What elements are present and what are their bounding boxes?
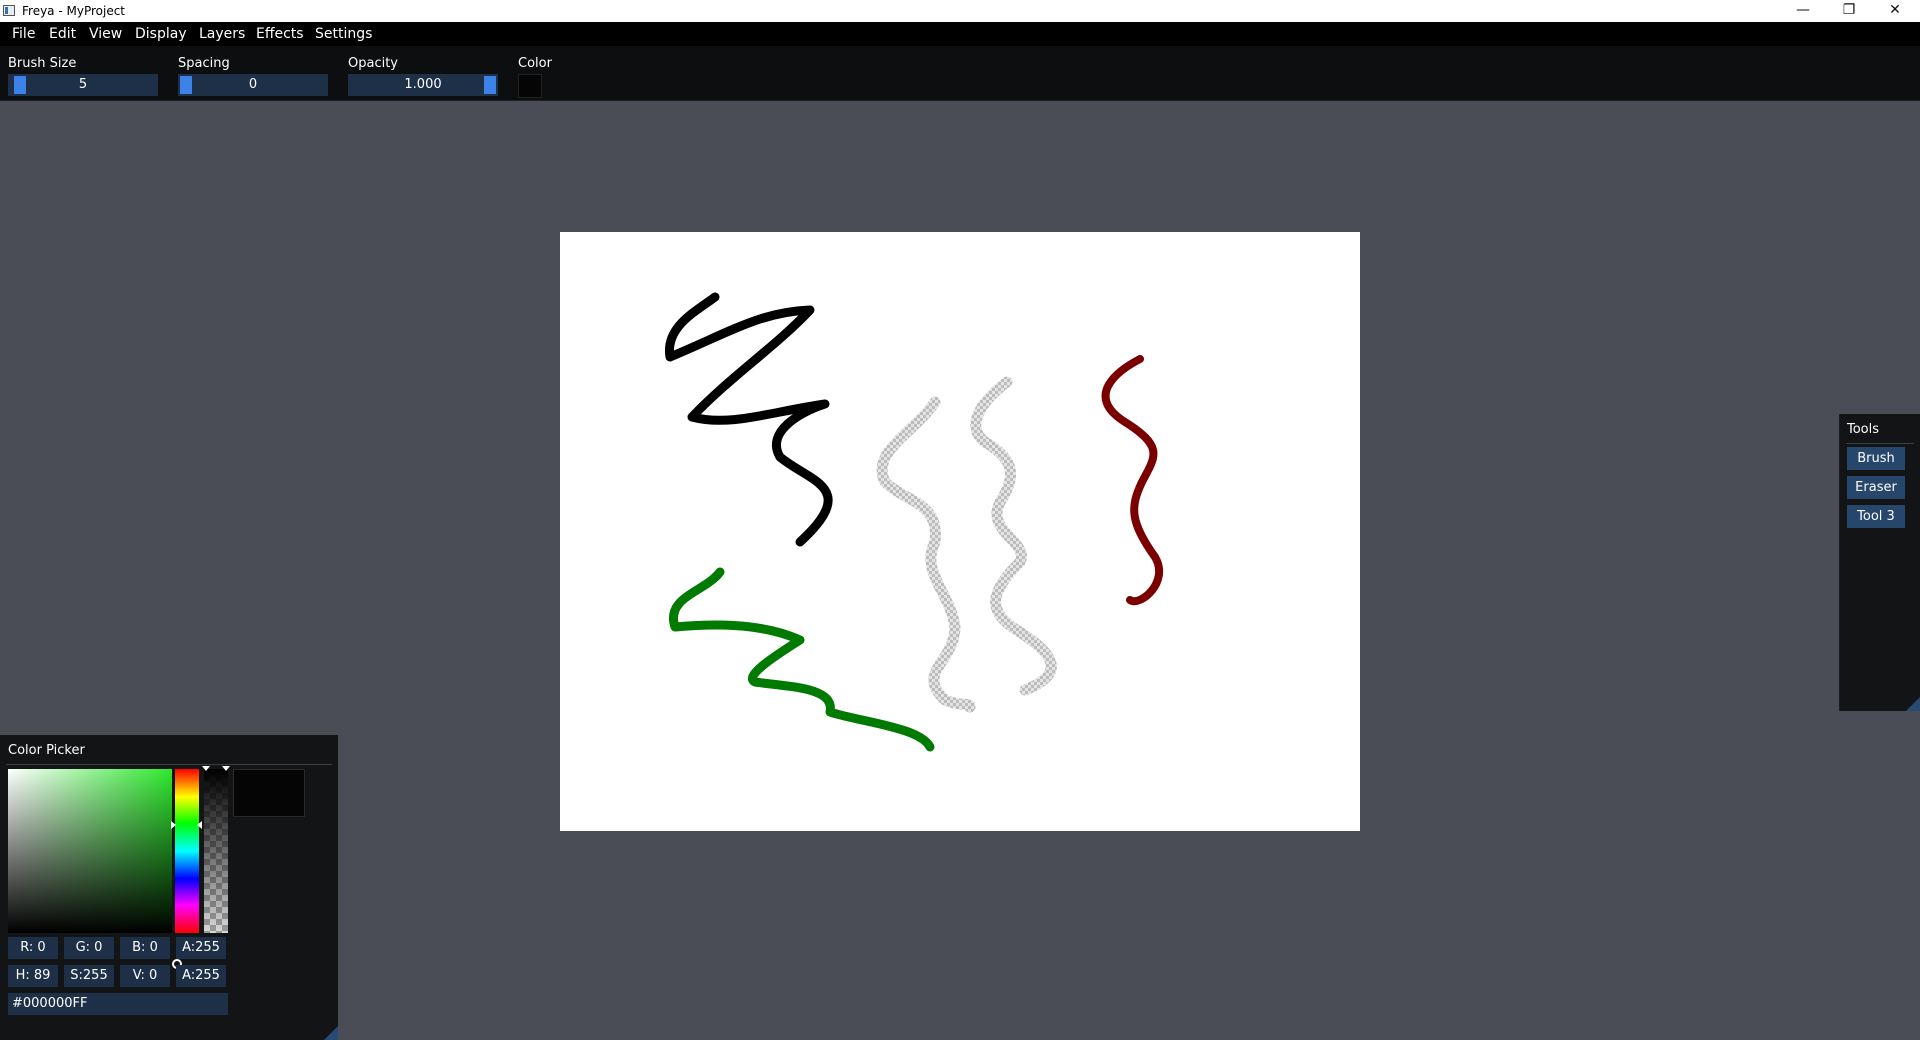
value-field[interactable]: V: 0 (120, 965, 170, 987)
brush-tool-button[interactable]: Brush (1847, 447, 1905, 470)
menu-display[interactable]: Display (135, 26, 187, 42)
tools-panel-title: Tools (1847, 422, 1880, 437)
color-picker-panel: Color Picker R: 0 G: 0 B: 0 A:255 H: 89 … (0, 735, 338, 1040)
minimize-button[interactable]: — (1780, 0, 1826, 22)
menu-edit[interactable]: Edit (49, 26, 76, 42)
opacity-label: Opacity (348, 56, 399, 71)
hue-field[interactable]: H: 89 (8, 965, 58, 987)
drawing-canvas[interactable] (560, 232, 1360, 831)
color-label: Color (518, 56, 552, 71)
title-bar: Freya - MyProject — ❐ ✕ (0, 0, 1920, 22)
alpha-field-hsva[interactable]: A:255 (176, 965, 226, 987)
opacity-slider[interactable]: 1.000 (348, 74, 498, 96)
opacity-grab[interactable] (484, 76, 496, 94)
color-picker-title: Color Picker (8, 743, 85, 758)
alpha-marker-right-icon (222, 766, 230, 771)
spacing-value: 0 (248, 77, 258, 92)
red-field[interactable]: R: 0 (8, 937, 58, 959)
brush-color-swatch[interactable] (518, 74, 542, 98)
menu-file[interactable]: File (12, 26, 35, 42)
brush-size-slider[interactable]: 5 (8, 74, 158, 96)
spacing-grab[interactable] (180, 76, 192, 94)
menu-view[interactable]: View (89, 26, 122, 42)
erased-stroke-left (876, 396, 976, 713)
hex-input[interactable]: #000000FF (8, 993, 228, 1015)
close-button[interactable]: ✕ (1872, 0, 1918, 22)
blue-field[interactable]: B: 0 (120, 937, 170, 959)
menu-bar: File Edit View Display Layers Effects Se… (0, 22, 1920, 46)
color-picker-divider (6, 764, 332, 765)
tools-divider (1846, 443, 1914, 444)
brush-size-value: 5 (78, 77, 88, 92)
menu-effects[interactable]: Effects (256, 26, 304, 42)
menu-settings[interactable]: Settings (315, 26, 372, 42)
brush-toolbar: Brush Size 5 Spacing 0 Opacity 1.000 Col… (0, 46, 1920, 101)
resize-grip-icon[interactable] (1906, 697, 1920, 711)
red-stroke (1101, 355, 1164, 606)
black-stroke (665, 292, 833, 547)
canvas-strokes (665, 292, 1164, 752)
green-stroke (668, 567, 935, 752)
hue-marker-left-icon (171, 821, 176, 829)
alpha-slider[interactable] (204, 769, 228, 933)
brush-size-grab[interactable] (14, 76, 26, 94)
brush-size-label: Brush Size (8, 56, 77, 71)
maximize-button[interactable]: ❐ (1826, 0, 1872, 22)
eraser-tool-button[interactable]: Eraser (1847, 476, 1905, 499)
alpha-field-rgba[interactable]: A:255 (176, 937, 226, 959)
tool-3-button[interactable]: Tool 3 (1847, 505, 1905, 528)
hue-marker-right-icon (197, 821, 202, 829)
spacing-label: Spacing (178, 56, 230, 71)
resize-grip-icon[interactable] (324, 1026, 338, 1040)
opacity-value: 1.000 (404, 77, 442, 92)
spacing-slider[interactable]: 0 (178, 74, 328, 96)
menu-layers[interactable]: Layers (199, 26, 245, 42)
saturation-field[interactable]: S:255 (64, 965, 114, 987)
app-icon (3, 5, 15, 16)
hue-slider[interactable] (175, 769, 199, 933)
alpha-marker-left-icon (202, 766, 210, 771)
green-field[interactable]: G: 0 (64, 937, 114, 959)
window-title: Freya - MyProject (22, 4, 126, 18)
color-preview (233, 769, 305, 817)
saturation-value-square[interactable] (8, 769, 182, 969)
erased-stroke-right (970, 376, 1057, 696)
tools-panel: Tools Brush Eraser Tool 3 (1840, 414, 1920, 711)
